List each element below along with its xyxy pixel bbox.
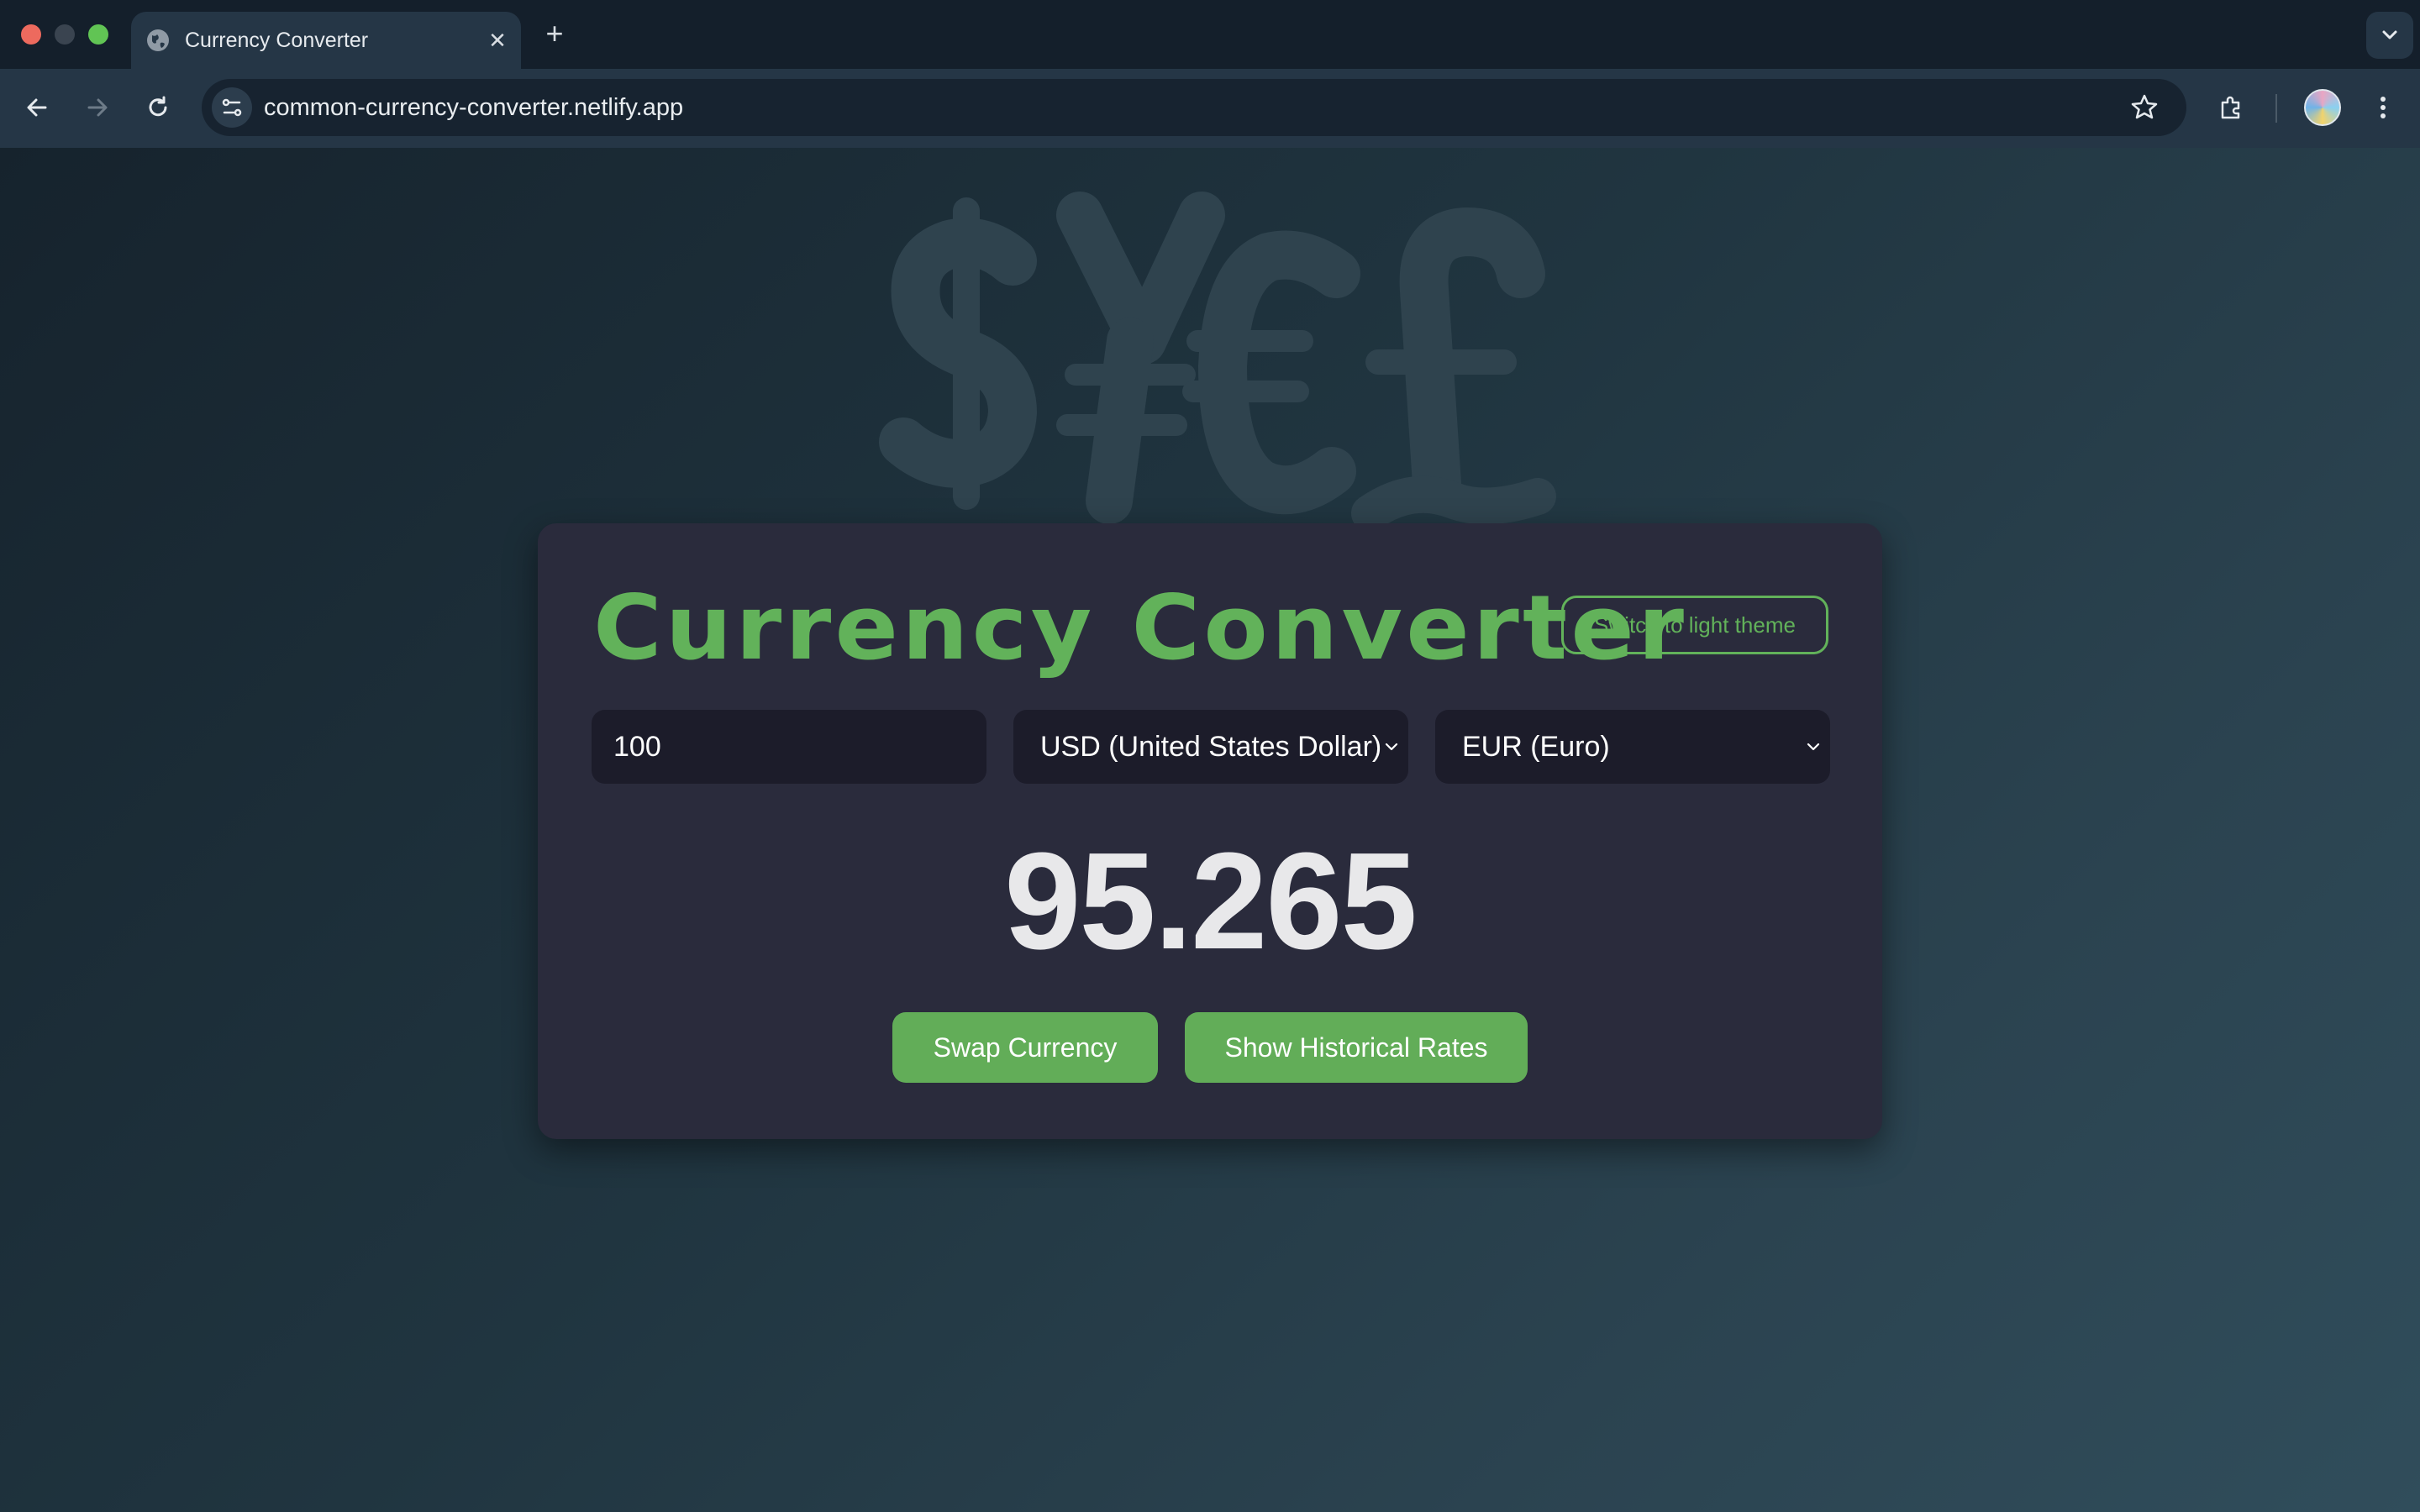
from-currency-select[interactable]: USD (United States Dollar)	[1013, 710, 1408, 784]
converter-card: Currency Converter Switch to light theme…	[538, 523, 1882, 1139]
back-arrow-icon[interactable]	[20, 91, 54, 124]
chevron-down-icon	[2382, 30, 2397, 39]
address-bar[interactable]: common-currency-converter.netlify.app	[202, 79, 2186, 136]
maximize-window-button[interactable]	[88, 24, 108, 45]
amount-input[interactable]: 100	[592, 710, 986, 784]
show-historical-rates-button[interactable]: Show Historical Rates	[1185, 1012, 1528, 1083]
page-background: Currency Converter Switch to light theme…	[0, 148, 2420, 1512]
plus-icon[interactable]: +	[539, 15, 570, 52]
browser-tab[interactable]: Currency Converter ✕	[131, 12, 521, 69]
from-currency-value: USD (United States Dollar)	[1040, 731, 1382, 763]
page-title: Currency Converter	[593, 576, 1688, 680]
forward-arrow-icon[interactable]	[81, 91, 114, 124]
globe-icon	[147, 29, 169, 51]
kebab-menu-icon[interactable]	[2366, 91, 2400, 124]
tab-title: Currency Converter	[185, 29, 369, 52]
site-info-icon[interactable]	[212, 87, 252, 128]
to-currency-select[interactable]: EUR (Euro)	[1435, 710, 1830, 784]
theme-toggle-button[interactable]: Switch to light theme	[1561, 596, 1828, 654]
chevron-down-icon	[1807, 743, 1820, 751]
chevron-down-icon	[1385, 743, 1398, 751]
tab-search-button[interactable]	[2366, 12, 2413, 59]
minimize-window-button[interactable]	[55, 24, 75, 45]
reload-icon[interactable]	[141, 91, 175, 124]
url-text[interactable]: common-currency-converter.netlify.app	[264, 79, 683, 136]
conversion-result: 95.265	[1004, 824, 1418, 978]
star-icon[interactable]	[2128, 91, 2161, 124]
browser-tabstrip: Currency Converter ✕ +	[0, 0, 2420, 69]
toolbar-divider	[2275, 94, 2277, 123]
extensions-icon[interactable]	[2215, 91, 2249, 124]
close-window-button[interactable]	[21, 24, 41, 45]
avatar[interactable]	[2304, 89, 2341, 126]
swap-currency-button[interactable]: Swap Currency	[892, 1012, 1158, 1083]
browser-toolbar: common-currency-converter.netlify.app	[0, 69, 2420, 150]
close-icon[interactable]: ✕	[486, 29, 509, 52]
to-currency-value: EUR (Euro)	[1462, 731, 1610, 763]
